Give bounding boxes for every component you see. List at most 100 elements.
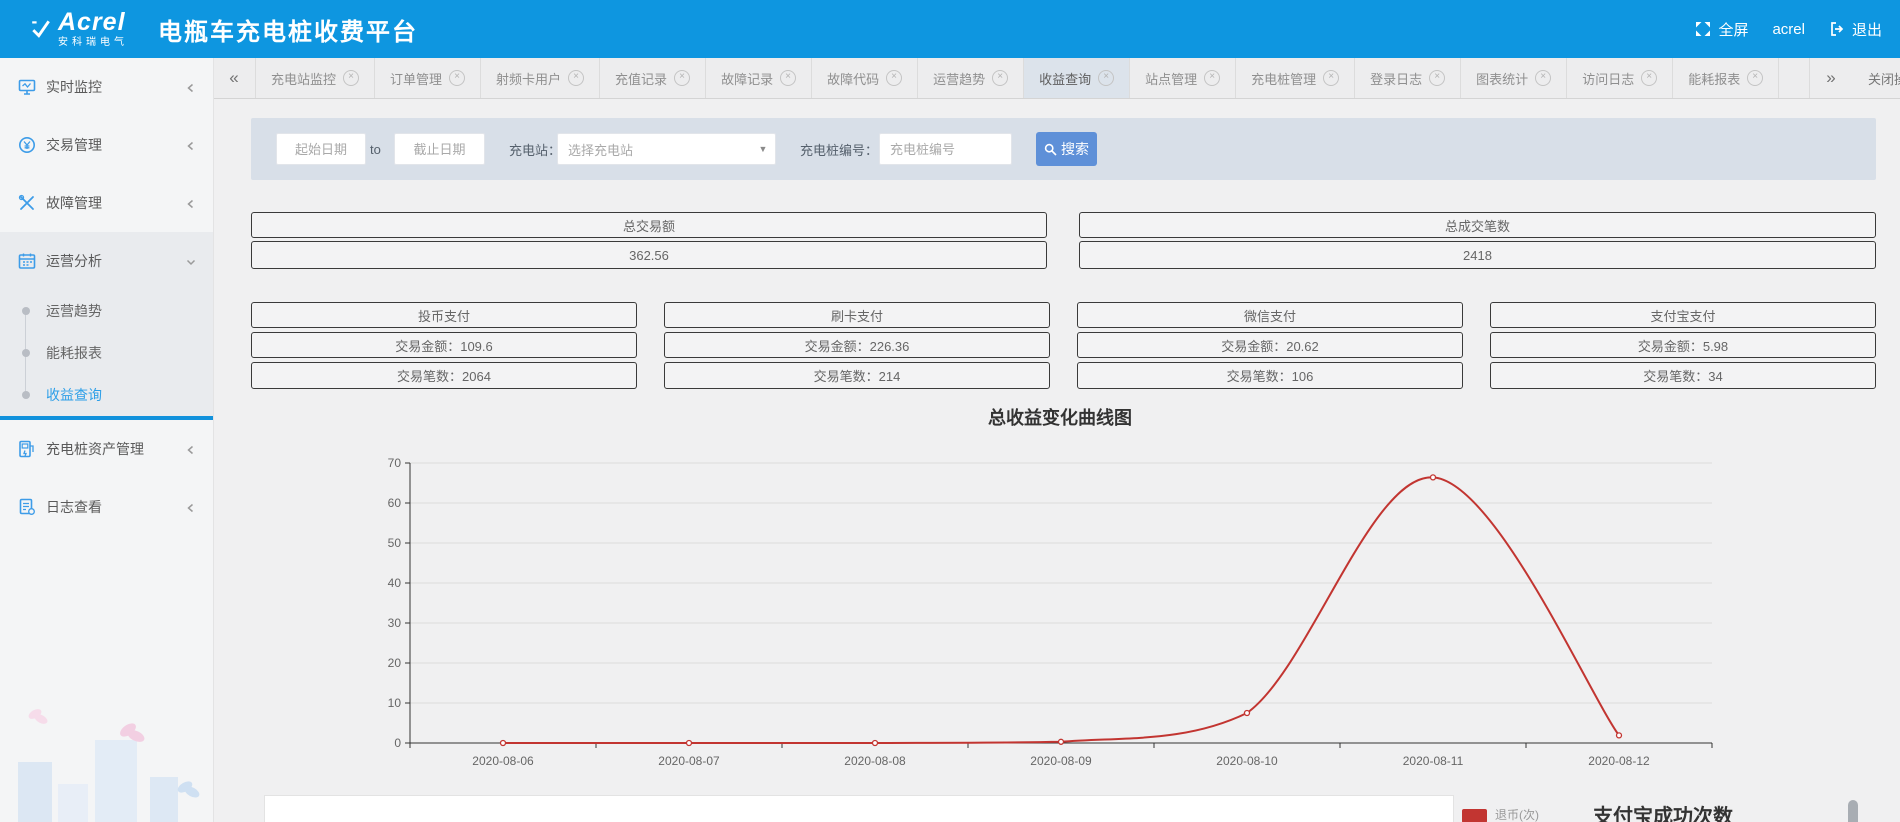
tab-rfid-users[interactable]: 射频卡用户 × xyxy=(481,58,600,98)
payment-card-coin: 投币支付交易金额：109.6 交易笔数：2064 xyxy=(251,302,637,393)
pile-number-input[interactable] xyxy=(879,133,1012,165)
sidebar-item-operation-analysis[interactable]: 运营分析 xyxy=(0,232,213,290)
payment-card-wechat: 微信支付交易金额：20.62交易笔数：106 xyxy=(1077,302,1463,393)
sidebar-item-label: 交易管理 xyxy=(46,135,102,155)
tab-bar: « 充电站监控×订单管理×射频卡用户×充值记录×故障记录×故障代码×运营趋势×收… xyxy=(213,58,1900,99)
total-count-value: 2418 xyxy=(1079,241,1876,269)
tab-label: 射频卡用户 xyxy=(496,69,561,88)
sidebar-item-realtime-monitor[interactable]: 实时监控 xyxy=(0,58,213,116)
monitor-icon xyxy=(17,77,37,97)
revenue-line-chart: 0102030405060702020-08-062020-08-072020-… xyxy=(380,450,1740,780)
chevron-left-icon xyxy=(185,443,197,455)
vertical-scrollbar-thumb[interactable] xyxy=(1848,800,1858,822)
svg-text:0: 0 xyxy=(394,736,401,750)
total-amount-value: 362.56 xyxy=(251,241,1047,269)
logout-button[interactable]: 退出 xyxy=(1829,19,1882,40)
calendar-icon xyxy=(17,251,37,271)
search-button[interactable]: 搜索 xyxy=(1036,132,1097,166)
tab-label: 故障代码 xyxy=(827,69,879,88)
tab-close-icon[interactable]: × xyxy=(1098,70,1114,86)
tab-revenue-query[interactable]: 收益查询× xyxy=(1024,58,1130,98)
tab-close-icon[interactable]: × xyxy=(1641,70,1657,86)
start-date-input[interactable] xyxy=(276,133,366,165)
sidebar-subitem-energy-report[interactable]: 能耗报表 xyxy=(0,332,213,374)
tab-close-icon[interactable]: × xyxy=(449,70,465,86)
sidebar: 实时监控交易管理故障管理运营分析运营趋势能耗报表收益查询充电桩资产管理日志查看 xyxy=(0,58,214,822)
tab-bar-spacer xyxy=(1779,58,1809,98)
tab-label: 能耗报表 xyxy=(1688,69,1740,88)
app-header: Acrel 安科瑞电气 电瓶车充电桩收费平台 全屏 acrel xyxy=(0,0,1900,58)
tab-close-icon[interactable]: × xyxy=(780,70,796,86)
tab-access-log[interactable]: 访问日志 × xyxy=(1567,58,1673,98)
payment-title: 投币支付 xyxy=(251,302,637,328)
tab-fault-records[interactable]: 故障记录× xyxy=(706,58,812,98)
legend-swatch xyxy=(1462,809,1487,822)
tab-recharge-records[interactable]: 充值记录× xyxy=(600,58,706,98)
total-count-title: 总成交笔数 xyxy=(1079,212,1876,238)
sidebar-group-operation-analysis: 运营分析运营趋势能耗报表收益查询 xyxy=(0,232,213,420)
header-actions: 全屏 acrel 退出 xyxy=(1695,19,1882,40)
next-section-panel xyxy=(264,795,1454,822)
tab-close-icon[interactable]: × xyxy=(568,70,584,86)
tab-close-icon[interactable]: × xyxy=(1747,70,1763,86)
svg-text:10: 10 xyxy=(388,696,402,710)
svg-text:50: 50 xyxy=(388,536,402,550)
tab-fault-codes[interactable]: 故障代码 × xyxy=(812,58,918,98)
svg-text:2020-08-08: 2020-08-08 xyxy=(844,754,906,768)
payment-amount: 交易金额：5.98 xyxy=(1490,332,1876,358)
chevron-down-icon xyxy=(185,255,197,267)
sidebar-item-log-view[interactable]: 日志查看 xyxy=(0,478,213,536)
fullscreen-label: 全屏 xyxy=(1718,19,1748,40)
payment-count: 交易笔数：214 xyxy=(664,362,1050,389)
tab-label: 访问日志 xyxy=(1582,69,1634,88)
sidebar-item-label: 充电桩资产管理 xyxy=(46,439,144,459)
tab-close-icon[interactable]: × xyxy=(992,70,1008,86)
fullscreen-button[interactable]: 全屏 xyxy=(1695,19,1748,40)
charging-pile-icon xyxy=(17,439,37,459)
sidebar-item-fault-mgmt[interactable]: 故障管理 xyxy=(0,174,213,232)
tab-operation-trend[interactable]: 运营趋势× xyxy=(918,58,1024,98)
payment-count: 交易笔数：2064 xyxy=(251,362,637,389)
tab-pile-mgmt[interactable]: 充电桩管理 × xyxy=(1236,58,1355,98)
sidebar-item-pile-asset-mgmt[interactable]: 充电桩资产管理 xyxy=(0,420,213,478)
station-select-placeholder: 选择充电站 xyxy=(568,140,751,159)
logout-label: 退出 xyxy=(1852,19,1882,40)
tab-close-icon[interactable]: × xyxy=(343,70,359,86)
username[interactable]: acrel xyxy=(1772,21,1805,38)
station-select[interactable]: 选择充电站 ▼ xyxy=(557,133,776,165)
tab-station-monitor[interactable]: 充电站监控× xyxy=(256,58,375,98)
sidebar-item-label: 故障管理 xyxy=(46,193,102,213)
tab-energy-report[interactable]: 能耗报表 × xyxy=(1673,58,1779,98)
tab-close-icon[interactable]: × xyxy=(674,70,690,86)
tab-close-icon[interactable]: × xyxy=(886,70,902,86)
end-date-input[interactable] xyxy=(394,133,485,165)
sidebar-subitem-operation-trend[interactable]: 运营趋势 xyxy=(0,290,213,332)
pile-number-label: 充电桩编号： xyxy=(800,140,878,159)
sidebar-item-transaction-mgmt[interactable]: 交易管理 xyxy=(0,116,213,174)
payment-amount: 交易金额：109.6 xyxy=(251,332,637,358)
close-operations-menu[interactable]: 关闭操作 xyxy=(1852,58,1900,98)
svg-text:2020-08-12: 2020-08-12 xyxy=(1588,754,1650,768)
tab-login-log[interactable]: 登录日志× xyxy=(1355,58,1461,98)
chevron-left-icon xyxy=(185,501,197,513)
sidebar-menu: 实时监控交易管理故障管理运营分析运营趋势能耗报表收益查询充电桩资产管理日志查看 xyxy=(0,58,213,536)
payment-title: 刷卡支付 xyxy=(664,302,1050,328)
tab-close-icon[interactable]: × xyxy=(1429,70,1445,86)
payment-title: 支付宝支付 xyxy=(1490,302,1876,328)
sidebar-item-label: 日志查看 xyxy=(46,497,102,517)
tab-close-icon[interactable]: × xyxy=(1535,70,1551,86)
tabs-scroll-left-button[interactable]: « xyxy=(213,58,256,98)
next-chart-title: 支付宝成功次数 xyxy=(1593,800,1733,822)
tabs-scroll-right-button[interactable]: » xyxy=(1809,58,1852,98)
tab-close-icon[interactable]: × xyxy=(1323,70,1339,86)
chevron-down-icon: ▼ xyxy=(751,144,775,154)
tab-site-mgmt[interactable]: 站点管理× xyxy=(1130,58,1236,98)
tab-order-mgmt[interactable]: 订单管理× xyxy=(375,58,481,98)
payment-count: 交易笔数：34 xyxy=(1490,362,1876,389)
tab-chart-stats[interactable]: 图表统计× xyxy=(1461,58,1567,98)
tab-label: 充电桩管理 xyxy=(1251,69,1316,88)
tab-close-icon[interactable]: × xyxy=(1204,70,1220,86)
station-label: 充电站： xyxy=(509,140,561,159)
sidebar-subitem-revenue-query[interactable]: 收益查询 xyxy=(0,374,213,416)
svg-text:70: 70 xyxy=(388,456,402,470)
